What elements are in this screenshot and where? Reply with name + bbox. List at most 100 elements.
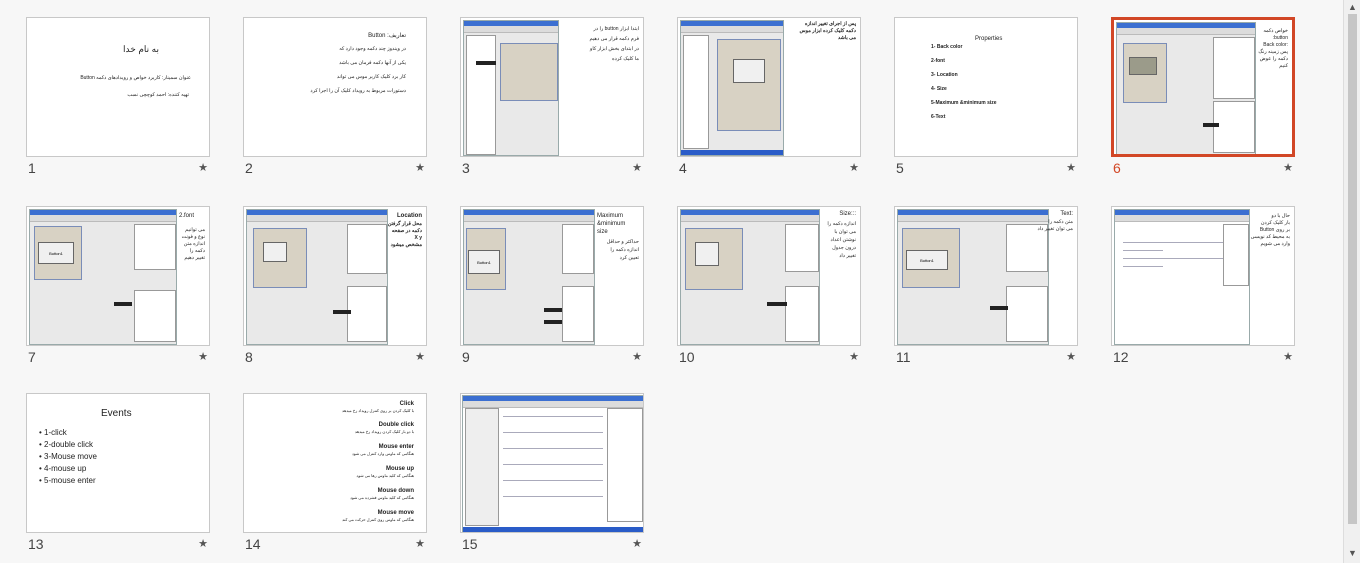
bullet-item: • 5-mouse enter xyxy=(39,476,96,485)
star-icon[interactable]: ★ xyxy=(1066,161,1076,174)
slide-text: با دو بار کلیک کردن رویداد رخ میدهد xyxy=(354,429,414,434)
star-icon[interactable]: ★ xyxy=(415,537,425,550)
star-icon[interactable]: ★ xyxy=(415,161,425,174)
slide-text: دکمه کلیک کرده ابزار موس xyxy=(799,28,856,34)
slide-preview[interactable]: Size::: اندازه دکمه را می توان با نوشتن … xyxy=(677,206,861,346)
star-icon[interactable]: ★ xyxy=(1066,350,1076,363)
slide-heading: Mouse down xyxy=(377,488,414,494)
star-icon[interactable]: ★ xyxy=(632,350,642,363)
slide-preview[interactable]: تعاریف: Button در ویندوز چند دکمه وجود د… xyxy=(243,17,427,157)
slide-text: مشخص میشود xyxy=(390,242,422,248)
slide-preview[interactable]: Click با کلیک کردن بر روی کنترل رویداد ر… xyxy=(243,393,427,533)
star-icon[interactable]: ★ xyxy=(849,350,859,363)
star-icon[interactable]: ★ xyxy=(632,161,642,174)
slide-number: 13 xyxy=(28,536,44,552)
slide-text: 2-font xyxy=(931,58,945,64)
slide-text: می توان با xyxy=(834,229,856,235)
slide-text: اندازه دکمه را xyxy=(610,247,639,253)
slide-text: 6-Text xyxy=(931,114,946,120)
slide-heading: Mouse enter xyxy=(378,444,414,450)
bullet-item: • 1-click xyxy=(39,428,67,437)
star-icon[interactable]: ★ xyxy=(849,161,859,174)
star-icon[interactable]: ★ xyxy=(198,350,208,363)
slide-title: Size::: xyxy=(839,211,856,217)
slide-number: 9 xyxy=(462,349,470,365)
slide-number: 11 xyxy=(896,349,911,365)
slide-preview[interactable]: Location محل قرار گرفتن دکمه در صفحه X y… xyxy=(243,206,427,346)
slide-text: تغییر دهیم xyxy=(184,255,205,261)
slide-title: 2.font xyxy=(179,213,195,219)
slide-heading: Mouse move xyxy=(377,510,414,516)
scrollbar-thumb[interactable] xyxy=(1348,14,1357,524)
slide-preview[interactable]: به نام خدا عنوان سمینار: کاربرد خواص و ر… xyxy=(26,17,210,157)
slide-text: کار برد کلیک کاربر موس می تواند xyxy=(336,74,406,80)
slide-heading: Mouse up xyxy=(386,466,414,472)
slide-text: به محیط کد نویسی xyxy=(1250,234,1290,240)
form-button: Button1 xyxy=(468,250,500,274)
slide-text: فرم دکمه قرار می دهیم xyxy=(589,36,639,42)
slide-preview[interactable]: پس از اجرای تغییر اندازه دکمه کلیک کرده … xyxy=(677,17,861,157)
slide-number: 10 xyxy=(679,349,695,365)
slide-text: با کلیک کردن بر روی کنترل رویداد رخ میده… xyxy=(342,408,414,413)
slide-number: 3 xyxy=(462,160,470,176)
slide-text: Back color: xyxy=(1263,42,1288,48)
star-icon[interactable]: ★ xyxy=(1283,161,1293,174)
slide-text: نوع و فونت xyxy=(181,234,205,240)
slide-text: یکی از آنها دکمه فرمان می باشد xyxy=(339,60,406,66)
slide-text: size xyxy=(597,229,608,235)
slide-preview[interactable]: Events • 1-click • 2-double click • 3-Mo… xyxy=(26,393,210,533)
slide-text: هنگامی که کلید ماوس رها می شود xyxy=(356,473,414,478)
bullet-item: • 2-double click xyxy=(39,440,93,449)
slide-text: می توان تغییر داد xyxy=(1037,226,1073,232)
slide-preview[interactable] xyxy=(460,393,644,533)
screenshot-image xyxy=(1116,22,1256,154)
slide-preview[interactable]: ابتدا ابزار button را در فرم دکمه قرار م… xyxy=(460,17,644,157)
scroll-up-icon[interactable]: ▲ xyxy=(1346,1,1359,14)
slide-text: هنگامی که ماوس روی کنترل حرکت می کند xyxy=(342,517,414,522)
slide-preview[interactable]: Properties 1- Back color 2-font 3- Locat… xyxy=(894,17,1078,157)
slide-preview[interactable]: Button1 Text: متن دکمه را می توان تغییر … xyxy=(894,206,1078,346)
slide-text: حال با دو xyxy=(1271,213,1290,219)
star-icon[interactable]: ★ xyxy=(198,537,208,550)
slide-text: هنگامی که کلید ماوس فشرده می شود xyxy=(350,495,414,500)
slide-preview[interactable]: حال با دو بار کلیک کردن بر روی Button به… xyxy=(1111,206,1295,346)
vertical-scrollbar[interactable]: ▲ ▼ xyxy=(1343,0,1360,563)
star-icon[interactable]: ★ xyxy=(632,537,642,550)
slide-title: Properties xyxy=(975,36,1003,42)
slide-text: X y xyxy=(414,235,422,241)
slide-title: Events xyxy=(101,408,132,419)
slide-text: وارد می شویم xyxy=(1260,241,1290,247)
slide-text: تهیه کننده: احمد کوچچی نسب xyxy=(127,92,189,98)
slide-text: 5-Maximum &minimum size xyxy=(931,100,997,106)
slide-preview[interactable]: Button1 Maximum &minimum size حداکثر و ح… xyxy=(460,206,644,346)
scroll-down-icon[interactable]: ▼ xyxy=(1346,547,1359,560)
slide-text: در ابتدای بخش ابزار کاو xyxy=(589,46,639,52)
slide-text: اندازه دکمه را xyxy=(827,221,856,227)
slide-text: 4- Size xyxy=(931,86,947,92)
slide-text: دکمه را xyxy=(189,248,205,254)
slide-number: 15 xyxy=(462,536,478,552)
slide-number: 14 xyxy=(245,536,261,552)
form-button: Button1 xyxy=(38,242,74,264)
screenshot-image: Button1 xyxy=(29,209,177,345)
slide-title: Text: xyxy=(1060,211,1073,217)
slide-text: دستورات مربوط به رویداد کلیک آن را اجرا … xyxy=(310,88,406,94)
slide-title: Maximum xyxy=(597,213,624,219)
slide-text: خواص دکمه xyxy=(1263,28,1288,34)
slide-text: 3- Location xyxy=(931,72,958,78)
slide-text: اندازه متن xyxy=(183,241,205,247)
slide-number: 5 xyxy=(896,160,904,176)
slide-text: پس از اجرای تغییر اندازه xyxy=(804,21,856,27)
slide-number: 2 xyxy=(245,160,253,176)
slide-title: Location xyxy=(397,213,422,219)
star-icon[interactable]: ★ xyxy=(198,161,208,174)
slide-preview[interactable]: خواص دکمه button: Back color: پس زمینه ر… xyxy=(1111,17,1295,157)
slide-preview[interactable]: Button1 2.font می توانیم نوع و فونت اندا… xyxy=(26,206,210,346)
slide-text: &minimum xyxy=(597,221,626,227)
slide-text: بر روی Button xyxy=(1259,227,1290,233)
screenshot-image xyxy=(463,20,559,156)
star-icon[interactable]: ★ xyxy=(415,350,425,363)
star-icon[interactable]: ★ xyxy=(1283,350,1293,363)
slide-text: دکمه در صفحه xyxy=(391,228,422,234)
slide-text: در ویندوز چند دکمه وجود دارد که xyxy=(339,46,406,52)
